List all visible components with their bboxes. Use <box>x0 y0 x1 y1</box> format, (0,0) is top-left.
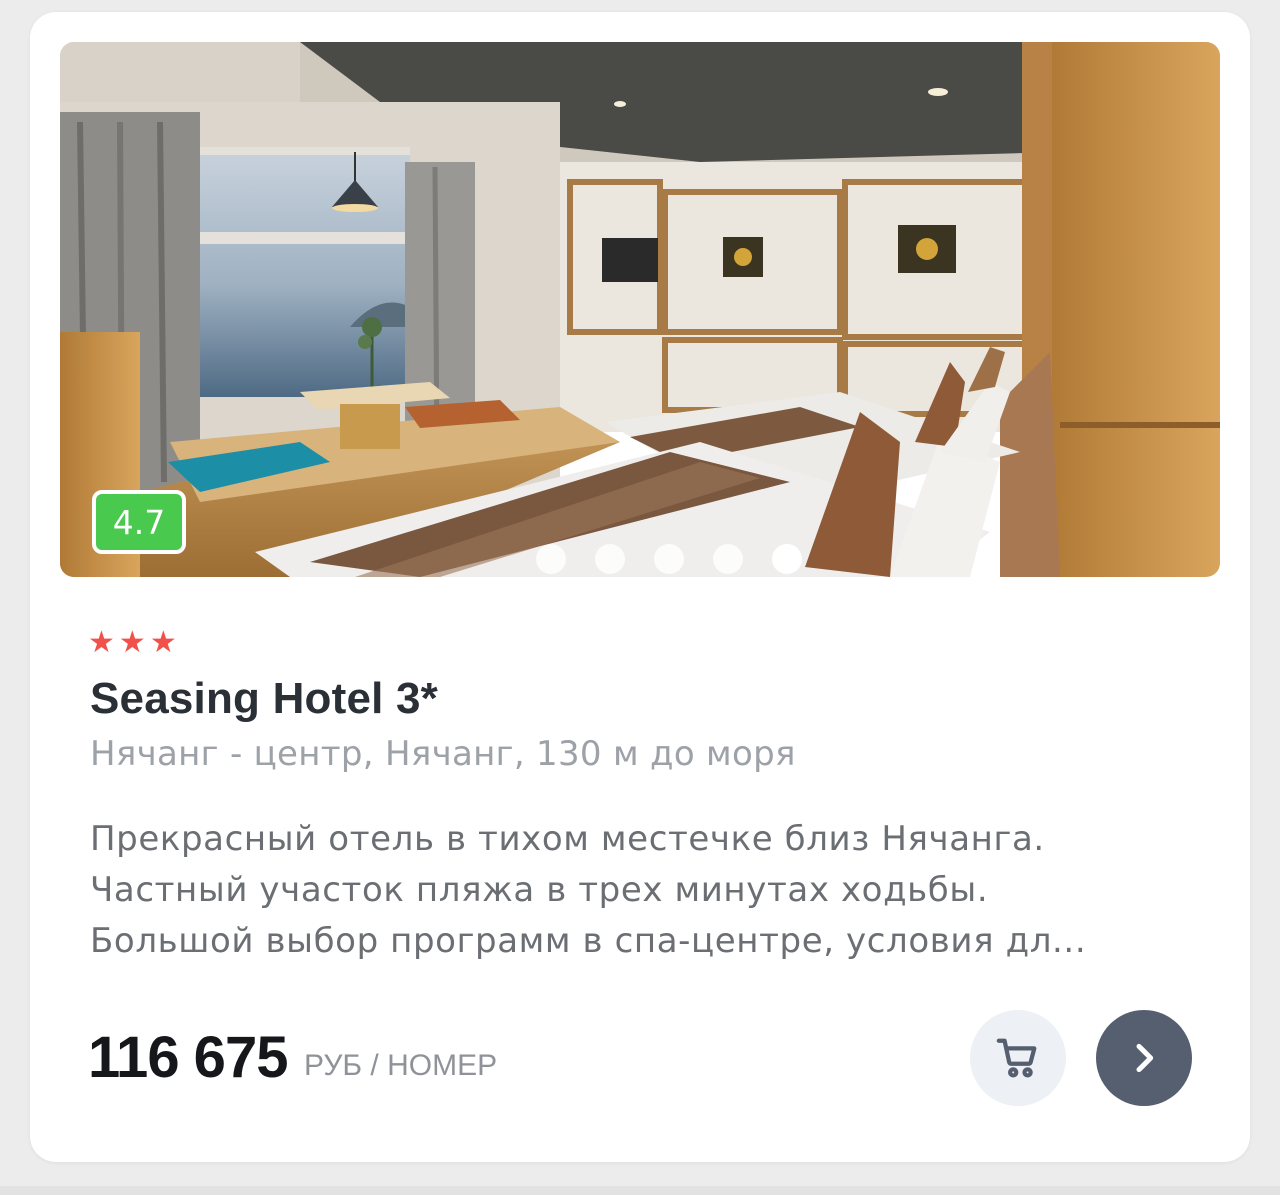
hotel-location: Нячанг - центр, Нячанг, 130 м до моря <box>90 734 796 774</box>
price-unit: РУБ / НОМЕР <box>304 1049 498 1082</box>
star-icon: ★ <box>88 625 115 660</box>
description-line: Прекрасный отель в тихом местечке близ Н… <box>90 819 1045 859</box>
hotel-room-photo <box>60 42 1220 577</box>
description-line: Частный участок пляжа в трех минутах ход… <box>90 870 989 910</box>
price-value: 116 675 <box>88 1025 288 1090</box>
hotel-star-rating: ★ ★ ★ <box>88 626 177 660</box>
carousel-dot[interactable] <box>713 544 743 574</box>
star-icon: ★ <box>149 625 177 660</box>
next-card-edge <box>0 1186 1280 1195</box>
hotel-card[interactable]: 4.7 ★ ★ ★ Seasing Hotel 3* Нячанг - цент… <box>30 12 1250 1162</box>
shopping-cart-icon <box>996 1038 1037 1078</box>
rating-badge: 4.7 <box>92 490 186 554</box>
open-hotel-button[interactable] <box>1096 1010 1192 1106</box>
description-line: Большой выбор программ в спа-центре, усл… <box>90 921 1087 961</box>
hotel-photo-carousel[interactable] <box>60 42 1220 577</box>
star-icon: ★ <box>118 625 146 660</box>
hotel-name[interactable]: Seasing Hotel 3* <box>90 674 438 724</box>
carousel-dots[interactable] <box>536 544 802 574</box>
add-to-cart-button[interactable] <box>970 1010 1066 1106</box>
carousel-dot[interactable] <box>654 544 684 574</box>
carousel-dot[interactable] <box>595 544 625 574</box>
chevron-right-icon <box>1136 1043 1154 1073</box>
hotel-description: Прекрасный отель в тихом местечке близ Н… <box>90 814 1180 967</box>
carousel-dot-active[interactable] <box>772 544 802 574</box>
carousel-dot[interactable] <box>536 544 566 574</box>
